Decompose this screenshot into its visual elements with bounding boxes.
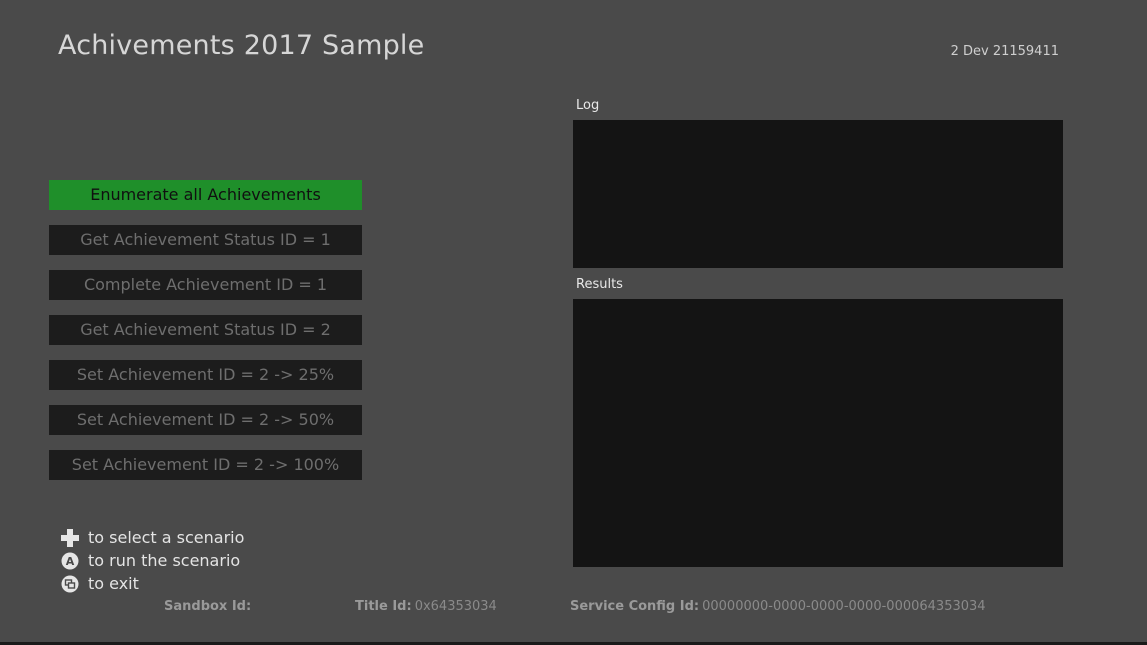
hint-exit: to exit	[61, 572, 244, 595]
view-button-icon	[61, 575, 79, 593]
hint-run: A to run the scenario	[61, 549, 244, 572]
controller-hints: to select a scenario A to run the scenar…	[61, 526, 244, 595]
log-label: Log	[576, 98, 600, 113]
get-status-id2-button[interactable]: Get Achievement Status ID = 2	[49, 315, 362, 345]
results-label: Results	[576, 277, 623, 292]
dpad-icon	[61, 528, 79, 547]
hint-run-text: to run the scenario	[88, 551, 241, 570]
enumerate-achievements-button[interactable]: Enumerate all Achievements	[49, 180, 362, 210]
title-id: Title Id: 0x64353034	[355, 599, 497, 614]
complete-id1-button[interactable]: Complete Achievement ID = 1	[49, 270, 362, 300]
set-id2-25-button[interactable]: Set Achievement ID = 2 -> 25%	[49, 360, 362, 390]
hint-select: to select a scenario	[61, 526, 244, 549]
title-id-value: 0x64353034	[414, 599, 497, 614]
get-status-id1-button[interactable]: Get Achievement Status ID = 1	[49, 225, 362, 255]
sandbox-id-label: Sandbox Id:	[164, 599, 252, 614]
results-panel[interactable]	[573, 299, 1063, 567]
set-id2-100-button[interactable]: Set Achievement ID = 2 -> 100%	[49, 450, 362, 480]
a-button-icon: A	[61, 552, 79, 570]
version-label: 2 Dev 21159411	[950, 44, 1059, 59]
hint-exit-text: to exit	[88, 574, 139, 593]
set-id2-50-button[interactable]: Set Achievement ID = 2 -> 50%	[49, 405, 362, 435]
app-title: Achivements 2017 Sample	[58, 30, 425, 61]
log-panel[interactable]	[573, 120, 1063, 268]
title-id-label: Title Id:	[355, 599, 412, 614]
service-config-id: Service Config Id: 00000000-0000-0000-000…	[570, 599, 986, 614]
scenario-menu: Enumerate all Achievements Get Achieveme…	[49, 180, 362, 495]
service-config-id-label: Service Config Id:	[570, 599, 700, 614]
svg-text:A: A	[66, 555, 75, 568]
sandbox-id: Sandbox Id:	[164, 599, 254, 614]
hint-select-text: to select a scenario	[88, 528, 245, 547]
service-config-id-value: 00000000-0000-0000-0000-000064353034	[702, 599, 986, 614]
